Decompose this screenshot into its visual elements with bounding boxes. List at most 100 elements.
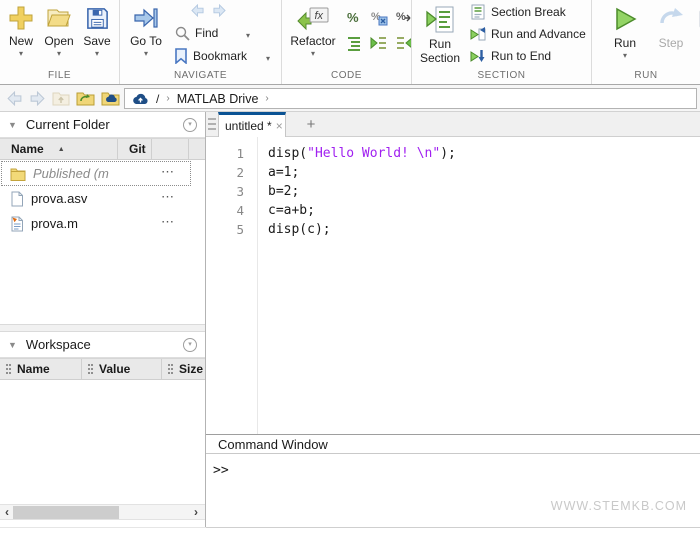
browse-folder-icon[interactable] <box>76 90 95 106</box>
file-row-published[interactable]: Published (m ⋯ <box>1 161 191 186</box>
breadcrumb-location[interactable]: MATLAB Drive <box>177 92 259 106</box>
new-dropdown-caret[interactable]: ▾ <box>19 50 23 58</box>
workspace-menu-icon[interactable]: ▾ <box>183 338 197 352</box>
code-line: 4 c=a+b; <box>206 201 700 220</box>
row-menu-ellipsis-icon[interactable]: ⋯ <box>161 214 175 230</box>
run-to-end-button[interactable]: Run to End <box>470 48 551 64</box>
scroll-right-icon[interactable]: › <box>194 505 198 519</box>
address-bar[interactable]: / › MATLAB Drive › <box>124 88 697 109</box>
breadcrumb-root[interactable]: / <box>156 92 159 106</box>
step-button: Step <box>652 3 690 50</box>
ribbon-section-navigate: Go To ▾ Find ▾ <box>120 0 282 84</box>
row-menu-ellipsis-icon[interactable]: ⋯ <box>161 189 175 205</box>
goto-arrow-icon <box>133 3 159 33</box>
workspace-header: ▼ Workspace ▾ <box>0 332 205 358</box>
refactor-dropdown-caret[interactable]: ▾ <box>311 50 315 58</box>
save-button[interactable]: Save ▾ <box>80 3 114 58</box>
command-window[interactable]: >> WWW.STEMKB.COM <box>206 454 700 527</box>
panel-splitter[interactable] <box>0 324 205 332</box>
open-dropdown-caret[interactable]: ▾ <box>57 50 61 58</box>
section-section-label: SECTION <box>412 70 591 81</box>
workspace-columns: Name Value Size <box>0 358 205 380</box>
indent-right-icon[interactable] <box>369 33 389 53</box>
file-row-prova-asv[interactable]: prova.asv ⋯ <box>1 186 191 211</box>
code-line: 3 b=2; <box>206 182 700 201</box>
save-floppy-icon <box>85 3 110 33</box>
matlab-file-icon <box>10 216 24 232</box>
goto-dropdown-caret[interactable]: ▾ <box>144 50 148 58</box>
run-to-end-icon <box>470 48 486 64</box>
run-section-label: RUN <box>592 70 700 81</box>
collapse-triangle-icon[interactable]: ▼ <box>8 340 17 350</box>
uncomment-icon[interactable]: % <box>369 7 389 27</box>
sort-ascending-icon: ▲ <box>58 146 65 153</box>
forward-history-icon[interactable] <box>29 91 46 106</box>
folder-icon <box>10 167 26 181</box>
ribbon-section-run: Run ▾ Step S RUN <box>592 0 700 84</box>
run-and-advance-button[interactable]: Run and Advance <box>470 26 586 42</box>
current-folder-header: ▼ Current Folder ▾ <box>0 112 205 138</box>
navigate-section-label: NAVIGATE <box>120 70 281 81</box>
tab-untitled[interactable]: untitled * × <box>218 112 286 137</box>
workspace-column-name[interactable]: Name <box>0 359 82 379</box>
column-header-name[interactable]: Name ▲ <box>0 139 118 159</box>
address-toolbar: / › MATLAB Drive › <box>0 85 700 112</box>
current-folder-columns: Name ▲ Git <box>0 138 205 160</box>
refactor-icon: fx <box>296 3 330 33</box>
column-header-blank <box>152 139 189 159</box>
step-icon <box>657 3 685 35</box>
watermark: WWW.STEMKB.COM <box>551 499 687 513</box>
tabbar-drag-handle-icon[interactable] <box>208 118 216 131</box>
current-folder-title: Current Folder <box>26 117 183 132</box>
column-header-git[interactable]: Git <box>118 139 152 159</box>
svg-text:%: % <box>396 11 406 23</box>
editor-pane: untitled * × + 1 disp("Hello World! \n")… <box>206 112 700 533</box>
command-window-header: Command Window <box>206 434 700 454</box>
new-tab-button[interactable]: + <box>301 115 321 135</box>
current-folder-menu-icon[interactable]: ▾ <box>183 118 197 132</box>
sidebar-horizontal-scrollbar[interactable]: ‹ › <box>0 504 205 520</box>
scrollbar-thumb[interactable] <box>13 506 119 519</box>
scroll-left-icon[interactable]: ‹ <box>5 505 9 519</box>
command-prompt: >> <box>213 463 229 478</box>
code-line: 1 disp("Hello World! \n"); <box>206 144 700 163</box>
breadcrumb-separator: › <box>166 93 169 104</box>
address-nav-icons <box>6 88 120 108</box>
run-dropdown-caret[interactable]: ▾ <box>623 52 627 60</box>
refactor-fx-icon: fx <box>315 10 324 22</box>
goto-button[interactable]: Go To ▾ <box>124 3 168 58</box>
tab-close-icon[interactable]: × <box>276 119 283 133</box>
code-editor[interactable]: 1 disp("Hello World! \n"); 2 a=1; 3 b=2;… <box>206 137 700 434</box>
run-button[interactable]: Run ▾ <box>606 3 644 60</box>
workspace-column-size[interactable]: Size <box>162 359 205 379</box>
code-line: 5 disp(c); <box>206 220 700 239</box>
indent-left-icon[interactable] <box>394 33 412 53</box>
open-button[interactable]: Open ▾ <box>41 3 77 58</box>
column-header-gutter <box>189 139 205 159</box>
content-bottom-edge <box>206 527 700 533</box>
run-section-button[interactable]: Run Section <box>414 3 466 65</box>
up-folder-icon[interactable] <box>52 90 70 106</box>
forward-icon[interactable] <box>212 4 227 17</box>
find-button[interactable]: Find ▾ <box>174 25 218 41</box>
wrap-comments-icon[interactable]: % <box>394 7 412 27</box>
smart-indent-icon[interactable] <box>344 33 364 53</box>
back-icon[interactable] <box>190 4 205 17</box>
section-break-button[interactable]: Section Break <box>470 4 566 20</box>
refactor-button[interactable]: fx Refactor ▾ <box>286 3 340 58</box>
collapse-triangle-icon[interactable]: ▼ <box>8 120 17 130</box>
row-menu-ellipsis-icon[interactable]: ⋯ <box>161 164 175 180</box>
bookmark-button[interactable]: Bookmark ▾ <box>174 48 247 64</box>
code-line: 2 a=1; <box>206 163 700 182</box>
sidebar-bottom-edge <box>0 527 206 533</box>
back-history-icon[interactable] <box>6 91 23 106</box>
stop-button-clipped: S <box>694 3 700 50</box>
cloud-folder-icon[interactable] <box>101 90 120 106</box>
comment-icon[interactable]: % <box>344 7 364 27</box>
file-row-prova-m[interactable]: prova.m ⋯ <box>1 211 191 236</box>
editor-tabbar: untitled * × + <box>206 112 700 137</box>
save-dropdown-caret[interactable]: ▾ <box>95 50 99 58</box>
column-grip-icon <box>88 364 90 366</box>
new-button[interactable]: New ▾ <box>4 3 38 58</box>
workspace-column-value[interactable]: Value <box>82 359 162 379</box>
